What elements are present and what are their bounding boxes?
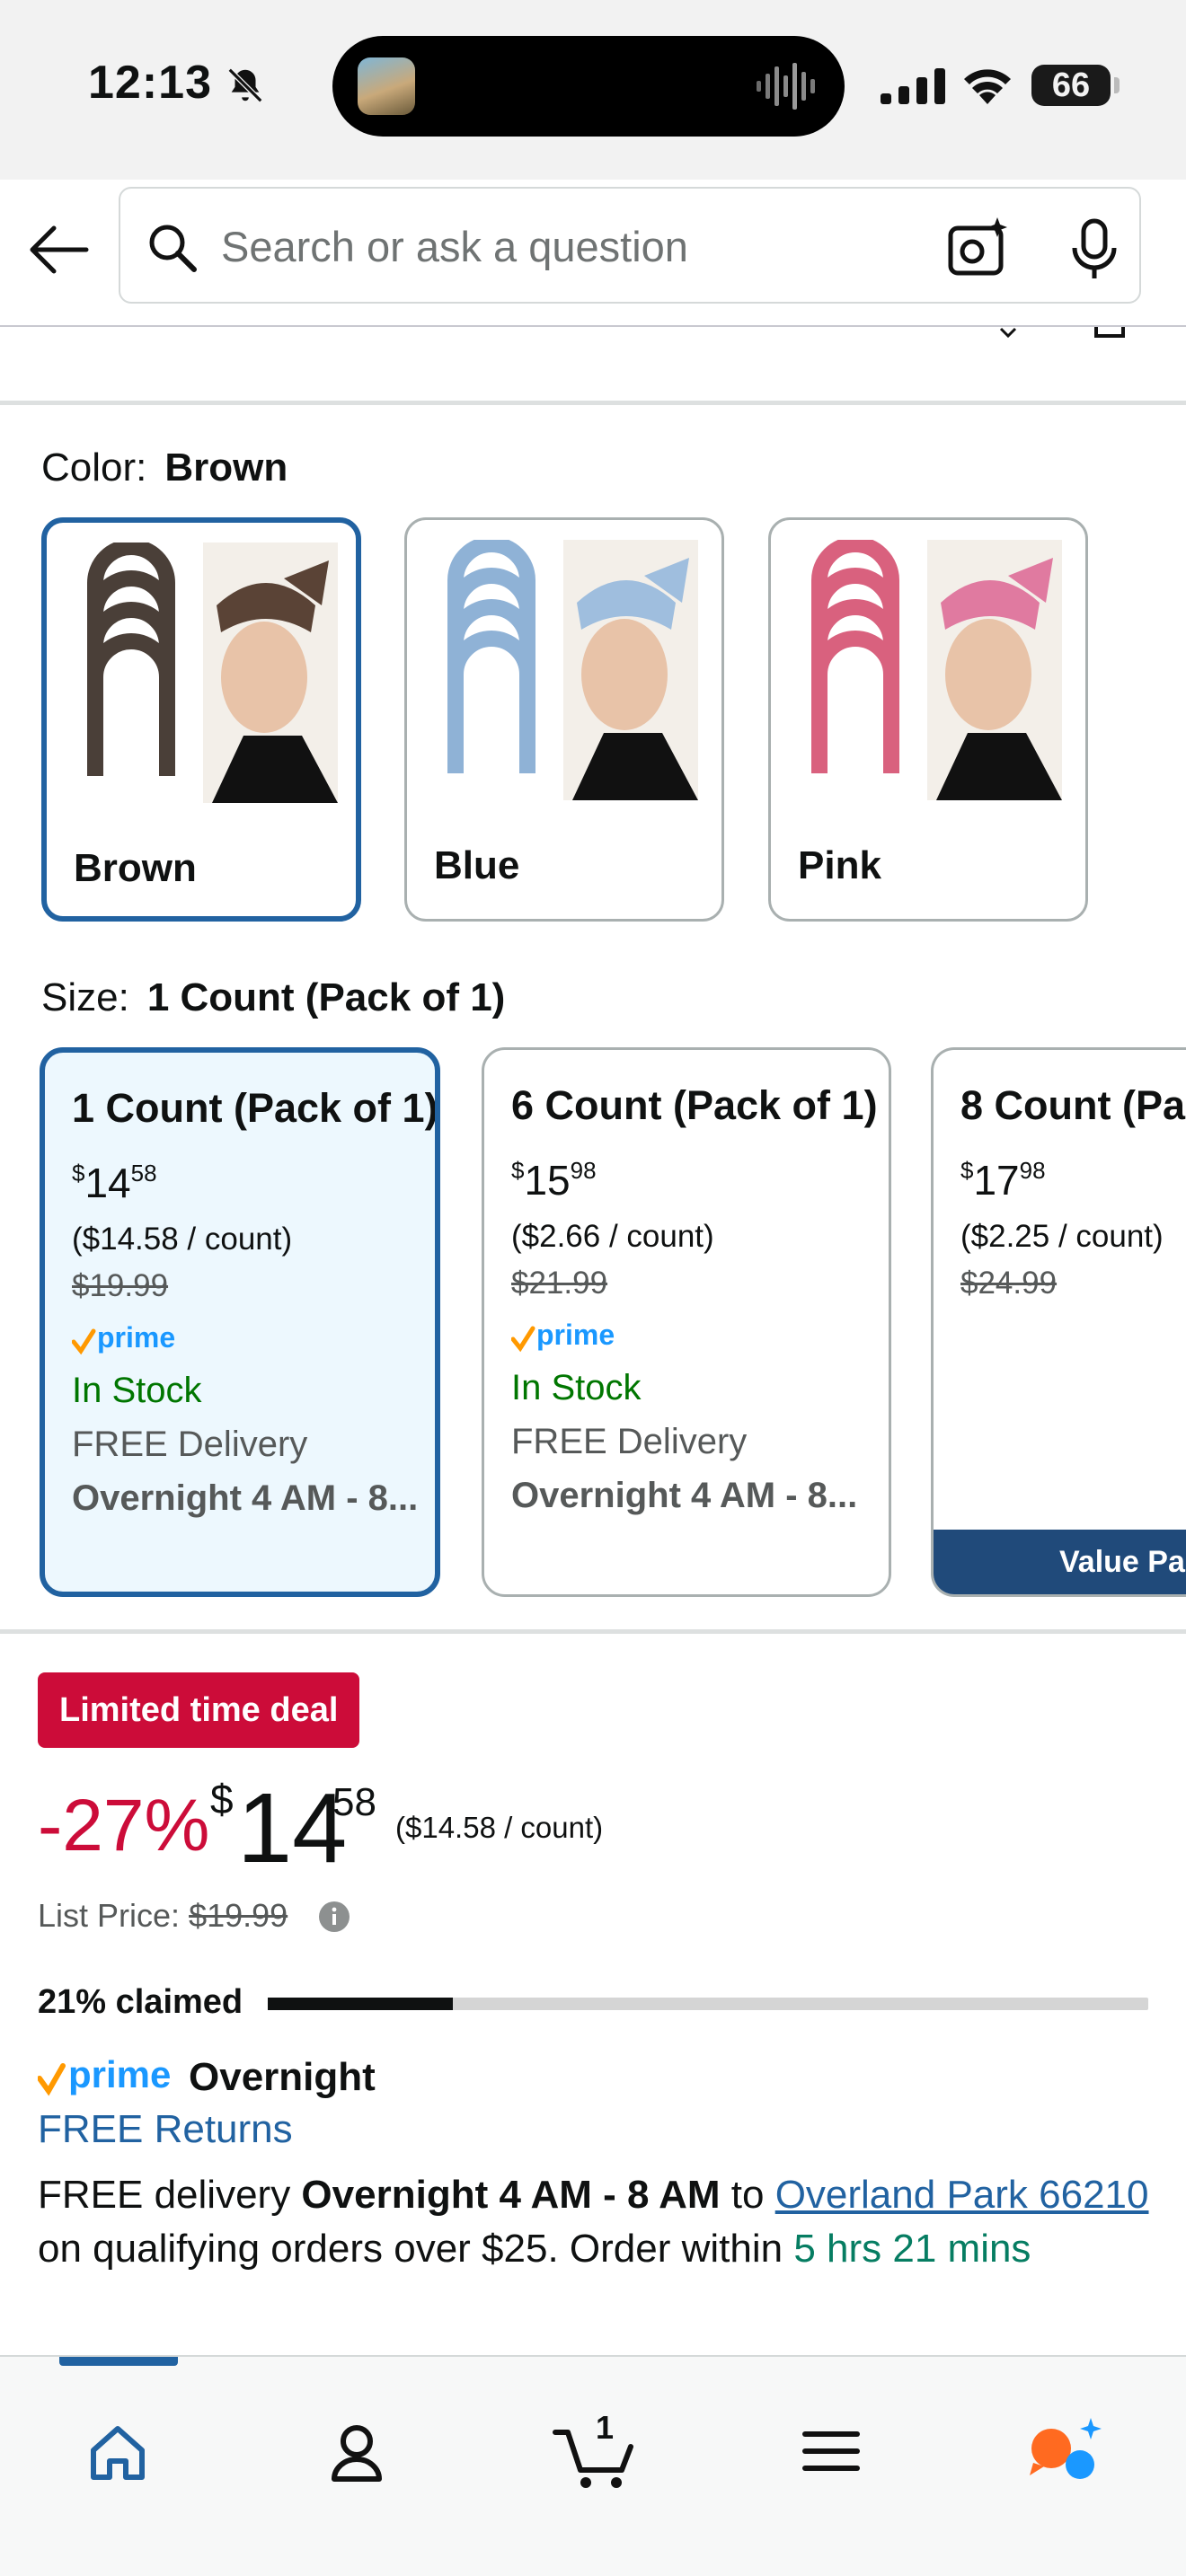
partial-controls-icon xyxy=(999,327,1125,339)
limited-time-deal-badge: Limited time deal xyxy=(38,1672,360,1748)
cell-signal-icon xyxy=(881,68,945,104)
size-option-list-price: $24.99 xyxy=(960,1266,1058,1301)
size-option-1-count[interactable]: 1 Count (Pack of 1) $1458 ($14.58 / coun… xyxy=(40,1047,440,1597)
section-divider xyxy=(0,401,1186,405)
wifi-icon xyxy=(964,69,1011,104)
pink-bonnet-image xyxy=(811,540,1062,800)
color-option-label: Pink xyxy=(798,843,881,887)
color-option-label: Brown xyxy=(74,846,197,890)
delivery-location-link[interactable]: Overland Park 66210 xyxy=(775,2173,1149,2217)
list-price-value: $19.99 xyxy=(189,1897,288,1934)
camera-lens-icon[interactable] xyxy=(945,216,1010,280)
list-price-line: List Price: $19.99 xyxy=(38,1897,288,1934)
home-icon[interactable] xyxy=(77,2411,158,2492)
delivery-message: FREE delivery Overnight 4 AM - 8 AM to O… xyxy=(38,2173,1149,2271)
rufus-assistant-icon[interactable] xyxy=(1021,2411,1111,2492)
size-option-delivery: FREE Delivery xyxy=(511,1422,748,1461)
audio-wave-icon xyxy=(757,63,815,110)
color-option-label: Blue xyxy=(434,843,520,887)
deal-unit-price: ($14.58 / count) xyxy=(395,1811,604,1844)
search-input[interactable] xyxy=(221,212,904,280)
size-option-title: 6 Count (Pack of 1) xyxy=(511,1082,878,1128)
claimed-label: 21% claimed xyxy=(38,1983,243,2021)
color-option-blue[interactable]: Blue xyxy=(404,517,724,922)
prime-overnight-label: Overnight xyxy=(189,2055,376,2099)
cart-icon xyxy=(553,2430,633,2488)
prime-logo-icon: prime xyxy=(72,1321,175,1355)
value-pack-badge: Value Pac xyxy=(934,1530,1186,1594)
size-option-list-price: $19.99 xyxy=(72,1268,169,1303)
cart-button[interactable]: 1 xyxy=(552,2400,642,2490)
size-option-unit-price: ($14.58 / count) xyxy=(72,1222,293,1257)
color-option-pink[interactable]: Pink xyxy=(768,517,1088,922)
battery-level: 66 xyxy=(1031,65,1111,106)
order-countdown: 5 hrs 21 mins xyxy=(793,2227,1031,2271)
size-option-title: 1 Count (Pack of 1) xyxy=(72,1085,438,1131)
claimed-progress-fill xyxy=(268,1998,453,2010)
size-selected-value: 1 Count (Pack of 1) xyxy=(146,975,506,1019)
brown-bonnet-image xyxy=(87,543,338,803)
color-label: Color: Brown xyxy=(41,446,288,490)
bottom-nav: 1 xyxy=(0,2355,1186,2576)
color-selected-value: Brown xyxy=(164,446,288,490)
size-option-list-price: $21.99 xyxy=(511,1266,608,1301)
bell-off-icon xyxy=(227,67,263,103)
section-divider xyxy=(0,1629,1186,1634)
microphone-icon[interactable] xyxy=(1067,217,1121,280)
search-icon xyxy=(149,225,197,272)
color-option-brown[interactable]: Brown xyxy=(41,517,361,922)
info-icon[interactable] xyxy=(318,1901,350,1933)
svg-text:prime: prime xyxy=(68,2053,171,2095)
status-time: 12:13 xyxy=(88,57,212,109)
account-icon[interactable] xyxy=(316,2411,397,2492)
size-option-6-count[interactable]: 6 Count (Pack of 1) $1598 ($2.66 / count… xyxy=(482,1047,891,1597)
size-option-unit-price: ($2.66 / count) xyxy=(511,1219,714,1254)
back-arrow-icon[interactable] xyxy=(27,217,92,282)
size-option-title: 8 Count (Pac xyxy=(960,1082,1186,1128)
now-playing-artwork xyxy=(358,57,415,115)
size-option-price: $1458 xyxy=(72,1160,157,1206)
size-option-8-count[interactable]: 8 Count (Pac $1798 ($2.25 / count) $24.9… xyxy=(931,1047,1186,1597)
prime-logo-icon: prime xyxy=(511,1319,615,1353)
size-option-price: $1798 xyxy=(960,1157,1046,1204)
size-option-stock: In Stock xyxy=(511,1368,642,1407)
size-option-delivery: FREE Delivery xyxy=(72,1425,308,1464)
discount-percent: -27% xyxy=(38,1785,210,1866)
claimed-progress-bar xyxy=(268,1998,1148,2010)
size-option-stock: In Stock xyxy=(72,1371,202,1410)
free-returns-link[interactable]: FREE Returns xyxy=(38,2107,293,2152)
blue-bonnet-image xyxy=(447,540,698,800)
size-option-eta: Overnight 4 AM - 8... xyxy=(511,1476,858,1515)
size-option-eta: Overnight 4 AM - 8... xyxy=(72,1478,419,1518)
size-label: Size: 1 Count (Pack of 1) xyxy=(41,975,506,1019)
nav-active-indicator xyxy=(59,2357,178,2366)
menu-icon[interactable] xyxy=(791,2411,872,2492)
size-option-price: $1598 xyxy=(511,1157,597,1204)
search-bar[interactable] xyxy=(119,187,1141,304)
svg-text:prime: prime xyxy=(97,1321,175,1354)
battery-nub xyxy=(1114,77,1120,93)
svg-text:prime: prime xyxy=(536,1319,615,1351)
dynamic-island xyxy=(332,36,845,137)
status-bar: 12:13 66 xyxy=(0,0,1186,180)
size-option-unit-price: ($2.25 / count) xyxy=(960,1219,1164,1254)
prime-logo-icon: prime xyxy=(38,2053,171,2096)
